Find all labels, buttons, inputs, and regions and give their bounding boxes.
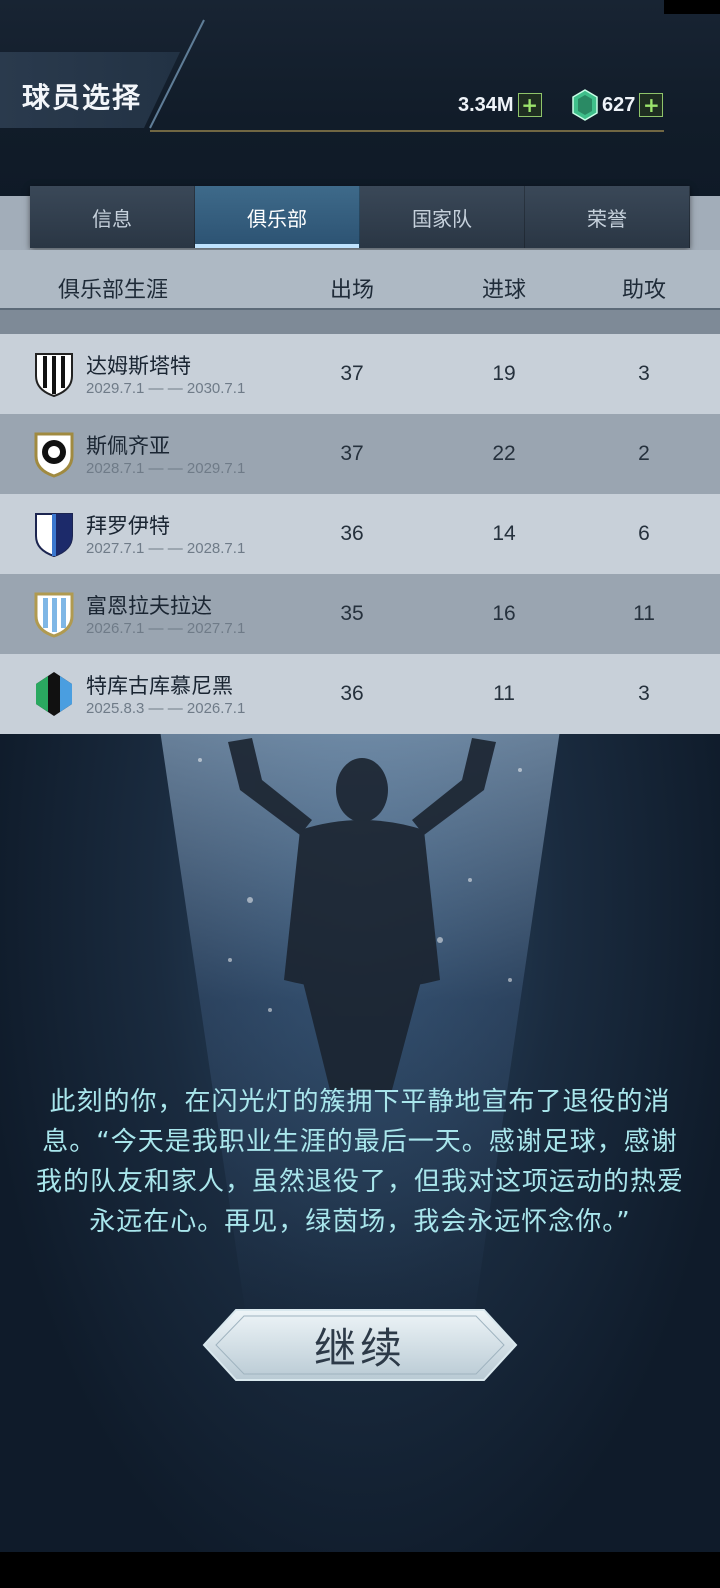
header-career: 俱乐部生涯 <box>58 278 169 303</box>
club-name: 富恩拉夫拉达 <box>86 594 212 618</box>
club-name: 达姆斯塔特 <box>86 354 191 378</box>
add-coins-button[interactable]: + <box>517 93 542 117</box>
gem-balance: 627 + <box>572 89 664 121</box>
assists-value: 3 <box>638 682 650 705</box>
assists-value: 2 <box>638 442 650 465</box>
table-row: 特库古库慕尼黑 2025.8.3 — — 2026.7.1 36 11 3 <box>0 654 720 734</box>
assists-value: 11 <box>633 602 655 625</box>
club-badge-icon <box>34 592 74 638</box>
tab-national-team[interactable]: 国家队 <box>360 186 525 248</box>
club-badge-icon <box>36 672 72 716</box>
table-row-partial <box>0 310 720 334</box>
club-name: 斯佩齐亚 <box>86 434 170 458</box>
tab-honors[interactable]: 荣誉 <box>525 186 690 248</box>
goals-value: 16 <box>492 602 516 625</box>
goals-value: 22 <box>492 442 516 465</box>
continue-label: 继续 <box>313 1323 406 1373</box>
club-dates: 2028.7.1 — — 2029.7.1 <box>86 460 246 477</box>
header-apps: 出场 <box>330 278 375 303</box>
apps-value: 36 <box>340 682 364 705</box>
club-dates: 2029.7.1 — — 2030.7.1 <box>86 380 246 397</box>
tab-club[interactable]: 俱乐部 <box>195 186 360 248</box>
goals-value: 11 <box>493 682 515 705</box>
goals-value: 14 <box>492 522 516 545</box>
system-nav-bar <box>0 1552 720 1588</box>
add-gems-button[interactable]: + <box>639 93 664 117</box>
assists-value: 3 <box>638 362 650 385</box>
apps-value: 37 <box>340 362 364 385</box>
club-dates: 2025.8.3 — — 2026.7.1 <box>86 700 246 717</box>
goals-value: 19 <box>492 362 516 385</box>
club-badge-icon <box>34 432 74 478</box>
table-header: 俱乐部生涯 出场 进球 助攻 <box>0 250 720 310</box>
club-dates: 2027.7.1 — — 2028.7.1 <box>86 540 246 557</box>
retirement-message: 此刻的你，在闪光灯的簇拥下平静地宣布了退役的消息。“今天是我职业生涯的最后一天。… <box>35 1087 684 1237</box>
apps-value: 37 <box>340 442 364 465</box>
tab-bar: 信息 俱乐部 国家队 荣誉 <box>30 186 690 248</box>
assists-value: 6 <box>638 522 650 545</box>
career-table[interactable]: 达姆斯塔特 2029.7.1 — — 2030.7.1 37 19 3 斯佩齐亚… <box>0 310 720 734</box>
club-dates: 2026.7.1 — — 2027.7.1 <box>86 620 246 637</box>
tab-info[interactable]: 信息 <box>30 186 195 248</box>
page-title: 球员选择 <box>22 81 143 114</box>
table-row: 富恩拉夫拉达 2026.7.1 — — 2027.7.1 35 16 11 <box>0 574 720 654</box>
apps-value: 35 <box>340 602 364 625</box>
table-row: 达姆斯塔特 2029.7.1 — — 2030.7.1 37 19 3 <box>0 334 720 414</box>
club-badge-icon <box>35 353 73 398</box>
club-badge-icon <box>35 513 73 558</box>
continue-button[interactable]: 继续 <box>202 1308 518 1382</box>
club-name: 拜罗伊特 <box>86 514 170 538</box>
coin-balance: 3.34M + <box>458 92 542 118</box>
club-name: 特库古库慕尼黑 <box>86 674 233 698</box>
header-goals: 进球 <box>482 278 527 303</box>
apps-value: 36 <box>340 522 364 545</box>
status-bar-corner <box>664 0 720 14</box>
gem-icon <box>572 89 598 121</box>
table-row: 拜罗伊特 2027.7.1 — — 2028.7.1 36 14 6 <box>0 494 720 574</box>
header-assists: 助攻 <box>622 278 667 303</box>
table-row: 斯佩齐亚 2028.7.1 — — 2029.7.1 37 22 2 <box>0 414 720 494</box>
header-divider <box>150 130 664 132</box>
coin-value: 3.34M <box>458 93 514 116</box>
gem-value: 627 <box>602 93 636 116</box>
